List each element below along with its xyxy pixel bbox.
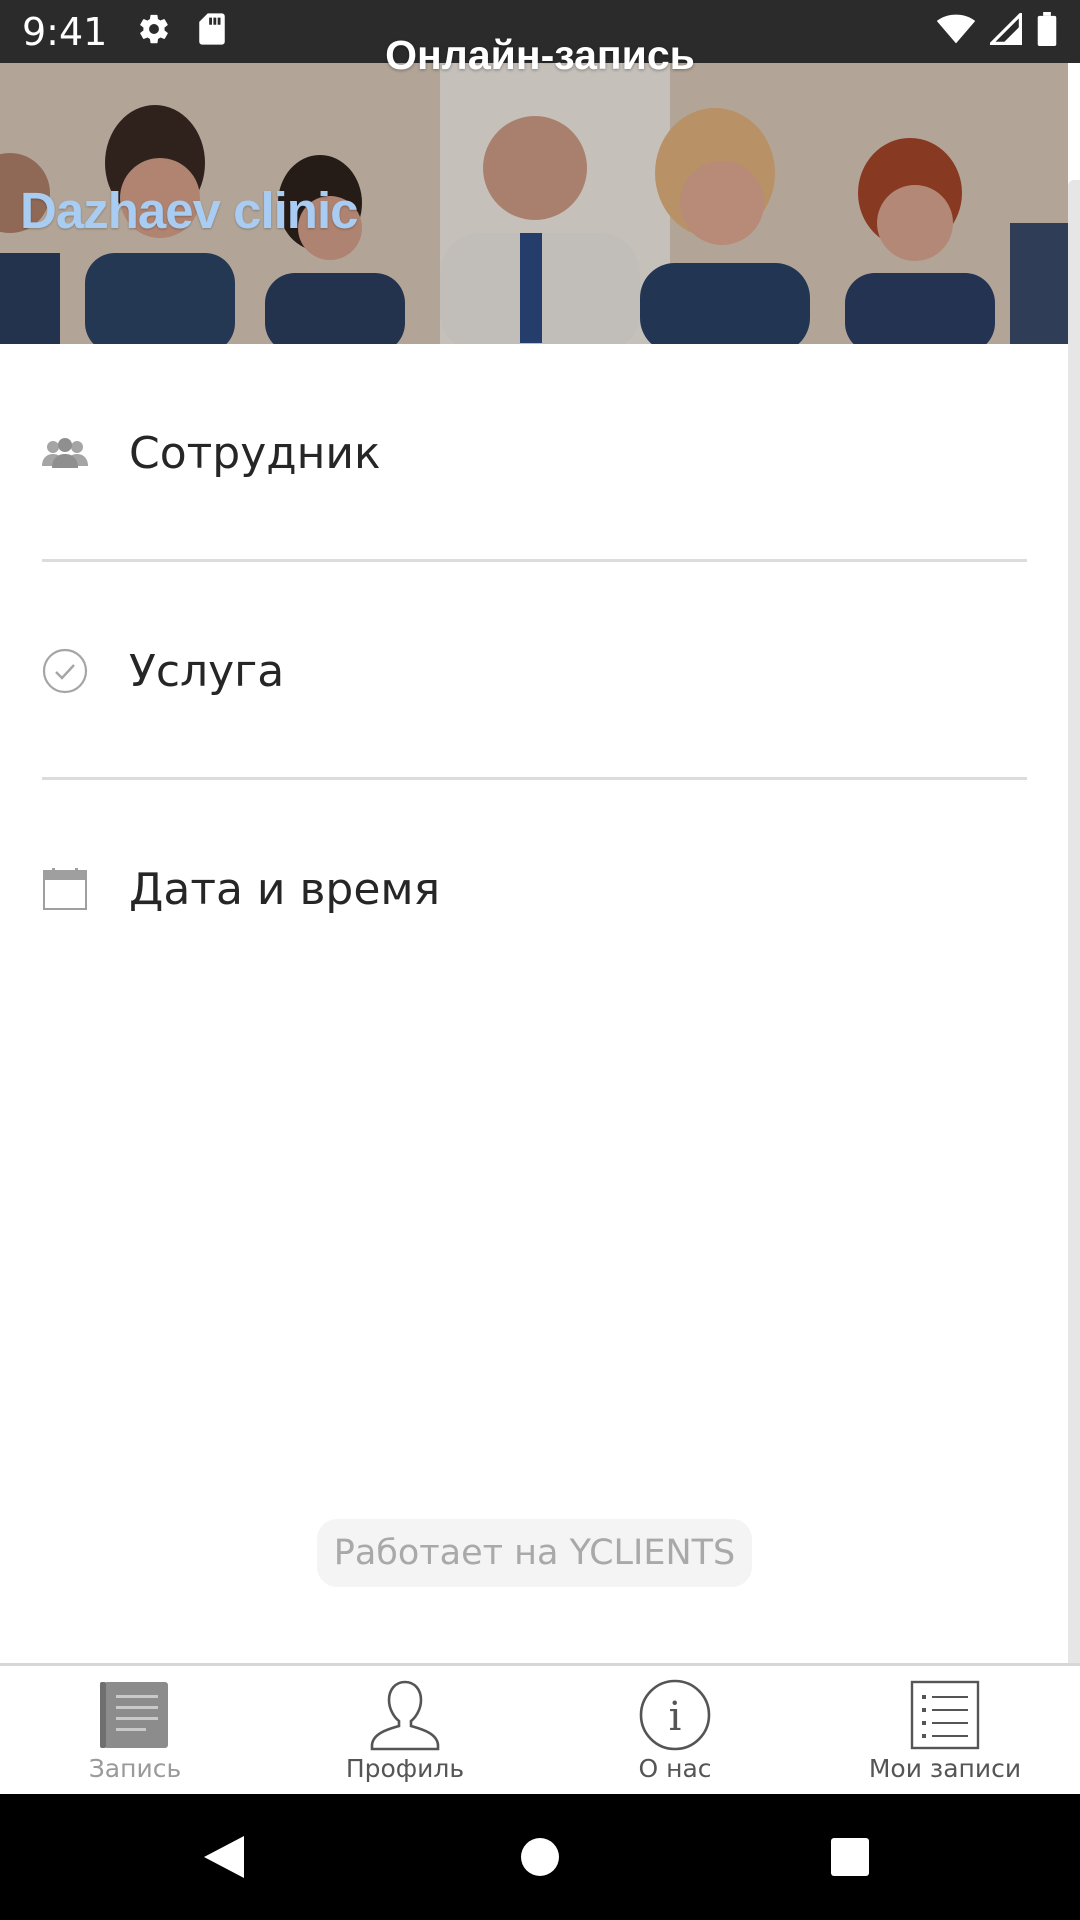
- tab-my-records[interactable]: Мои записи: [810, 1666, 1080, 1794]
- system-nav-bar: [0, 1794, 1080, 1920]
- step-datetime-label: Дата и время: [129, 863, 441, 915]
- tab-about-label: О нас: [638, 1754, 712, 1783]
- home-icon[interactable]: [480, 1794, 600, 1920]
- step-staff-label: Сотрудник: [129, 427, 381, 479]
- tab-booking-label: Запись: [88, 1754, 182, 1783]
- step-datetime[interactable]: Дата и время: [0, 780, 1068, 998]
- tab-profile-label: Профиль: [345, 1754, 465, 1783]
- calendar-icon: [42, 866, 88, 912]
- step-service[interactable]: Услуга: [0, 562, 1068, 780]
- page-title: Онлайн-запись: [385, 32, 695, 78]
- booking-list-icon: [98, 1680, 172, 1750]
- powered-by-badge[interactable]: Работает на YCLIENTS: [317, 1519, 752, 1587]
- profile-icon: [368, 1680, 442, 1751]
- clinic-name: Dazhaev clinic: [20, 182, 358, 239]
- my-records-icon: [908, 1680, 982, 1750]
- bottom-tab-bar: Запись Профиль i О нас Мои записи: [0, 1663, 1080, 1794]
- tab-booking[interactable]: Запись: [0, 1666, 270, 1794]
- tab-profile[interactable]: Профиль: [270, 1666, 540, 1794]
- step-staff[interactable]: Сотрудник: [0, 344, 1068, 562]
- tab-about[interactable]: i О нас: [540, 1666, 810, 1794]
- staff-group-icon: [42, 430, 88, 476]
- back-icon[interactable]: [164, 1794, 284, 1920]
- side-scroll-strip: [1068, 180, 1080, 1664]
- step-service-label: Услуга: [129, 645, 285, 697]
- recents-icon[interactable]: [790, 1794, 910, 1920]
- tab-my-records-label: Мои записи: [868, 1754, 1022, 1783]
- info-icon: i: [638, 1679, 712, 1751]
- svg-text:i: i: [669, 1694, 682, 1740]
- check-circle-icon: [42, 648, 88, 694]
